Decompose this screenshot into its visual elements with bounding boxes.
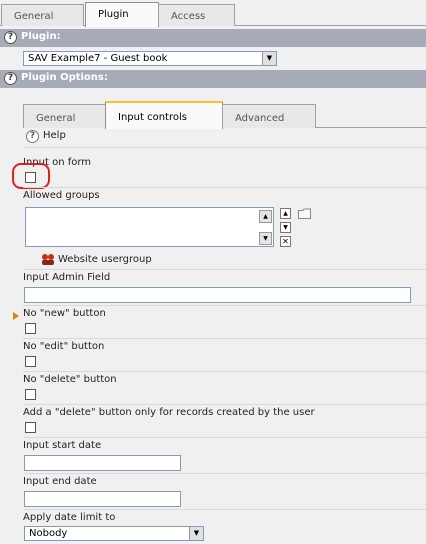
apply-date-limit-select[interactable]: Nobody ▼ xyxy=(24,526,204,541)
tab-plugin-label: Plugin xyxy=(98,9,129,20)
inner-tab-advanced-label: Advanced xyxy=(235,113,285,124)
plugin-options-help-icon[interactable]: ? xyxy=(4,72,17,85)
no-new-button-label: No "new" button xyxy=(23,308,106,319)
input-start-date-label: Input start date xyxy=(23,440,102,451)
plugin-options-section-header: ? Plugin Options: xyxy=(0,70,426,88)
tab-general-label: General xyxy=(14,11,54,22)
input-start-date-input[interactable] xyxy=(24,455,181,471)
move-up-icon[interactable]: ▲ xyxy=(280,208,291,219)
inner-tab-input-controls-label: Input controls xyxy=(118,112,187,123)
inner-tab-bar: General Input controls Advanced xyxy=(0,100,426,129)
folder-icon[interactable] xyxy=(298,208,312,219)
row-divider xyxy=(23,147,426,148)
help-icon[interactable]: ? xyxy=(26,130,39,143)
tab-plugin[interactable]: Plugin xyxy=(85,2,159,27)
inner-tab-general-label: General xyxy=(36,113,76,124)
no-edit-button-label: No "edit" button xyxy=(23,341,105,352)
plugin-select[interactable]: SAV Example7 - Guest book ▼ xyxy=(23,51,277,66)
apply-date-limit-label: Apply date limit to xyxy=(23,512,116,523)
plugin-help-icon[interactable]: ? xyxy=(4,31,17,44)
row-divider xyxy=(23,371,426,372)
allowed-groups-list[interactable]: ▲ ▼ xyxy=(25,207,274,247)
list-scroll-down-icon[interactable]: ▼ xyxy=(259,232,272,245)
row-divider xyxy=(23,404,426,405)
delete-own-records-label: Add a "delete" button only for records c… xyxy=(23,407,315,418)
row-divider xyxy=(23,437,426,438)
usergroup-icon xyxy=(42,254,54,265)
row-divider xyxy=(23,338,426,339)
highlight-circle xyxy=(12,163,50,189)
no-new-button-checkbox[interactable] xyxy=(25,323,36,334)
website-usergroup-link[interactable]: Website usergroup xyxy=(58,254,152,265)
inner-tab-general[interactable]: General xyxy=(23,104,106,128)
plugin-select-value: SAV Example7 - Guest book xyxy=(28,53,168,64)
row-divider xyxy=(23,305,426,306)
tab-access-label: Access xyxy=(171,11,206,22)
apply-date-limit-value: Nobody xyxy=(29,528,68,539)
pointer-arrow-icon xyxy=(13,312,19,320)
no-delete-button-checkbox[interactable] xyxy=(25,389,36,400)
delete-own-records-checkbox[interactable] xyxy=(25,422,36,433)
move-down-icon[interactable]: ▼ xyxy=(280,222,291,233)
row-divider xyxy=(23,269,426,270)
row-divider xyxy=(23,473,426,474)
input-admin-field-input[interactable] xyxy=(24,287,411,303)
input-end-date-label: Input end date xyxy=(23,476,97,487)
input-admin-field-label: Input Admin Field xyxy=(23,272,111,283)
inner-tab-advanced[interactable]: Advanced xyxy=(222,104,316,128)
plugin-options-section-title: Plugin Options: xyxy=(21,72,108,83)
no-delete-button-label: No "delete" button xyxy=(23,374,117,385)
row-divider xyxy=(23,509,426,510)
plugin-section-title: Plugin: xyxy=(21,31,61,42)
allowed-groups-label: Allowed groups xyxy=(23,190,100,201)
plugin-section-header: ? Plugin: xyxy=(0,29,426,47)
remove-icon[interactable]: ✕ xyxy=(280,236,291,247)
top-tab-bar: General Plugin Access xyxy=(0,0,426,27)
tab-access[interactable]: Access xyxy=(158,4,235,26)
input-end-date-input[interactable] xyxy=(24,491,181,507)
no-edit-button-checkbox[interactable] xyxy=(25,356,36,367)
list-scroll-up-icon[interactable]: ▲ xyxy=(259,210,272,223)
inner-tab-input-controls[interactable]: Input controls xyxy=(105,101,223,129)
chevron-down-icon[interactable]: ▼ xyxy=(262,52,276,65)
chevron-down-icon[interactable]: ▼ xyxy=(189,527,203,540)
row-divider xyxy=(23,187,426,188)
help-link[interactable]: Help xyxy=(43,130,66,141)
tab-general[interactable]: General xyxy=(1,4,84,26)
